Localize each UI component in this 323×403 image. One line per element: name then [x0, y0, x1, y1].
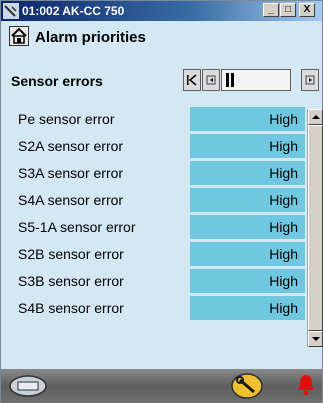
list-item[interactable]: S5-1A sensor error High [1, 214, 305, 241]
list-item-value[interactable]: High [190, 188, 305, 212]
chevron-up-icon [312, 115, 320, 119]
list-item-label: S3B sensor error [18, 273, 124, 289]
next-page-icon [305, 75, 315, 85]
title-bar[interactable]: 01:002 AK-CC 750 _ □ X [1, 1, 322, 21]
list-item[interactable]: S4B sensor error High [1, 295, 305, 322]
list-item[interactable]: S2B sensor error High [1, 241, 305, 268]
list-item[interactable]: S3B sensor error High [1, 268, 305, 295]
device-icon[interactable] [7, 373, 49, 399]
home-button[interactable] [9, 26, 29, 46]
list-item-label: Pe sensor error [18, 111, 115, 127]
list-item-value[interactable]: High [190, 242, 305, 266]
list-item-label: S2B sensor error [18, 246, 124, 262]
next-page-button[interactable] [301, 69, 319, 91]
list-item-label: S4A sensor error [18, 192, 124, 208]
first-page-icon [187, 74, 197, 86]
previous-page-button[interactable] [202, 69, 220, 91]
list-item-label: S2A sensor error [18, 138, 124, 154]
home-icon [11, 27, 27, 44]
list-item-value[interactable]: High [190, 215, 305, 239]
list-item-value[interactable]: High [190, 296, 305, 320]
alarm-priority-list: Pe sensor error High S2A sensor error Hi… [1, 106, 307, 349]
list-item[interactable]: S4A sensor error High [1, 187, 305, 214]
list-item-label: S5-1A sensor error [18, 219, 136, 235]
list-item[interactable]: S3A sensor error High [1, 160, 305, 187]
previous-page-icon [206, 75, 216, 85]
footer-bar [1, 369, 322, 403]
list-item-label: S3A sensor error [18, 165, 124, 181]
list-item-value[interactable]: High [190, 107, 305, 131]
window-title: 01:002 AK-CC 750 [22, 4, 125, 18]
list-item[interactable]: Pe sensor error High [1, 106, 305, 133]
section-title: Sensor errors [11, 73, 103, 89]
first-page-button[interactable] [183, 69, 201, 91]
minimize-button[interactable]: _ [263, 3, 279, 17]
list-item[interactable]: S2A sensor error High [1, 133, 305, 160]
page-header: Alarm priorities Sensor errors [1, 21, 322, 99]
page-position-indicator[interactable] [221, 69, 291, 91]
close-button[interactable]: X [299, 3, 315, 17]
scroll-thumb[interactable] [308, 125, 323, 331]
page-title: Alarm priorities [35, 29, 146, 46]
probe-icon [3, 3, 19, 19]
wrench-icon[interactable] [230, 372, 264, 400]
page-position-icon [226, 73, 234, 87]
alarm-bell-icon[interactable] [294, 372, 318, 398]
app-window: 01:002 AK-CC 750 _ □ X Alarm priorities … [0, 0, 323, 403]
list-item-value[interactable]: High [190, 269, 305, 293]
scroll-down-button[interactable] [308, 331, 323, 347]
scroll-up-button[interactable] [308, 109, 323, 125]
list-item-value[interactable]: High [190, 134, 305, 158]
list-item-label: S4B sensor error [18, 300, 124, 316]
maximize-button[interactable]: □ [280, 3, 296, 17]
list-item-value[interactable]: High [190, 161, 305, 185]
vertical-scrollbar[interactable] [307, 109, 323, 347]
chevron-down-icon [312, 337, 320, 341]
